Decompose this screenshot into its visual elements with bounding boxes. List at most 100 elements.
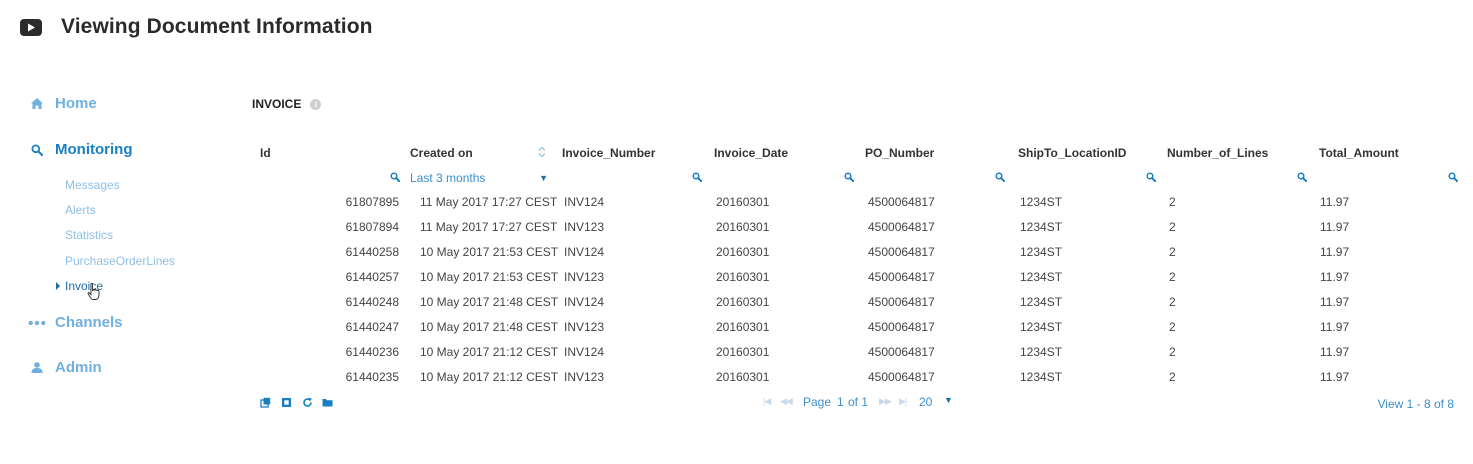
cell-invoice-number: INV123 [564, 370, 605, 384]
table-row[interactable]: 61807894 11 May 2017 17:27 CEST INV123 2… [252, 215, 1462, 240]
cell-invoice-date: 20160301 [716, 220, 770, 234]
search-icon[interactable] [995, 172, 1005, 182]
next-page-icon[interactable]: ▶▶ [879, 396, 892, 407]
cell-number-of-lines: 2 [1169, 370, 1176, 384]
search-icon[interactable] [1448, 172, 1458, 182]
column-header-number-of-lines[interactable]: Number_of_Lines [1167, 146, 1268, 160]
cell-created-on: 10 May 2017 21:48 CEST [420, 320, 559, 334]
cell-invoice-date: 20160301 [716, 270, 770, 284]
table-row[interactable]: 61440248 10 May 2017 21:48 CEST INV124 2… [252, 290, 1462, 315]
section-title-text: INVOICE [252, 97, 302, 111]
column-header-shipto-locationid[interactable]: ShipTo_LocationID [1018, 146, 1126, 160]
hand-cursor-icon [87, 283, 100, 300]
cell-id: 61440248 [345, 295, 399, 309]
folder-icon[interactable] [322, 397, 333, 408]
info-icon[interactable]: i [310, 98, 322, 110]
cell-po-number: 4500064817 [868, 370, 935, 384]
cell-id: 61440258 [345, 245, 399, 259]
table-row[interactable]: 61440236 10 May 2017 21:12 CEST INV124 2… [252, 340, 1462, 365]
cell-id: 61440235 [345, 370, 399, 384]
cell-number-of-lines: 2 [1169, 295, 1176, 309]
cell-shipto-locationid: 1234ST [1020, 195, 1063, 209]
sidebar-item-label: Admin [55, 359, 102, 376]
cell-number-of-lines: 2 [1169, 195, 1176, 209]
sidebar-item-channels[interactable]: Channels [28, 314, 123, 331]
sidebar-item-admin[interactable]: Admin [28, 359, 102, 376]
page-count-label: of 1 [848, 395, 869, 409]
cell-created-on: 10 May 2017 21:12 CEST [420, 370, 559, 384]
refresh-icon[interactable] [302, 397, 313, 408]
column-header-created-on[interactable]: Created on [410, 146, 473, 160]
cell-created-on: 10 May 2017 21:48 CEST [420, 295, 559, 309]
table-header-row: Id Created on Invoice_Number Invoice_Dat… [252, 140, 1462, 166]
sidebar-item-label: Channels [55, 314, 123, 331]
cell-po-number: 4500064817 [868, 295, 935, 309]
cell-number-of-lines: 2 [1169, 245, 1176, 259]
cell-invoice-number: INV123 [564, 220, 605, 234]
sidebar-item-home[interactable]: Home [28, 95, 97, 112]
cell-shipto-locationid: 1234ST [1020, 270, 1063, 284]
search-icon[interactable] [1146, 172, 1156, 182]
table-row[interactable]: 61440235 10 May 2017 21:12 CEST INV123 2… [252, 365, 1462, 390]
chevron-down-icon[interactable]: ▼ [944, 395, 953, 405]
search-icon[interactable] [390, 172, 400, 182]
sidebar-subitem-messages[interactable]: Messages [65, 178, 120, 192]
cell-id: 61440257 [345, 270, 399, 284]
cell-total-amount: 11.97 [1320, 320, 1350, 334]
search-icon[interactable] [844, 172, 854, 182]
search-icon[interactable] [692, 172, 702, 182]
export-icon[interactable] [260, 397, 271, 408]
caret-right-icon [56, 282, 60, 290]
first-page-icon[interactable]: |◀ [763, 396, 771, 407]
table-row[interactable]: 61440257 10 May 2017 21:53 CEST INV123 2… [252, 265, 1462, 290]
cell-number-of-lines: 2 [1169, 220, 1176, 234]
cell-number-of-lines: 2 [1169, 270, 1176, 284]
cell-invoice-date: 20160301 [716, 245, 770, 259]
column-header-po-number[interactable]: PO_Number [865, 146, 934, 160]
stop-icon[interactable] [281, 397, 292, 408]
table-row[interactable]: 61807895 11 May 2017 17:27 CEST INV124 2… [252, 190, 1462, 215]
cell-number-of-lines: 2 [1169, 320, 1176, 334]
sidebar-subitem-statistics[interactable]: Statistics [65, 228, 113, 242]
cell-shipto-locationid: 1234ST [1020, 370, 1063, 384]
column-header-total-amount[interactable]: Total_Amount [1319, 146, 1399, 160]
cell-total-amount: 11.97 [1320, 220, 1350, 234]
cell-invoice-number: INV123 [564, 320, 605, 334]
cell-po-number: 4500064817 [868, 195, 935, 209]
cell-total-amount: 11.97 [1320, 295, 1350, 309]
cell-id: 61440236 [345, 345, 399, 359]
search-icon[interactable] [1297, 172, 1307, 182]
cell-invoice-number: INV124 [564, 345, 605, 359]
cell-invoice-number: INV124 [564, 295, 605, 309]
column-header-invoice-date[interactable]: Invoice_Date [714, 146, 788, 160]
cell-created-on: 10 May 2017 21:53 CEST [420, 270, 559, 284]
column-header-invoice-number[interactable]: Invoice_Number [562, 146, 655, 160]
cell-created-on: 11 May 2017 17:27 CEST [420, 195, 558, 209]
table-row[interactable]: 61440247 10 May 2017 21:48 CEST INV123 2… [252, 315, 1462, 340]
cell-invoice-date: 20160301 [716, 320, 770, 334]
sidebar-item-monitoring[interactable]: Monitoring [28, 141, 132, 158]
sort-icon[interactable] [538, 146, 546, 158]
sidebar-subitem-alerts[interactable]: Alerts [65, 203, 96, 217]
created-on-filter-select[interactable]: Last 3 months ▼ [410, 171, 548, 185]
cell-invoice-date: 20160301 [716, 370, 770, 384]
cell-po-number: 4500064817 [868, 220, 935, 234]
rows-per-page-select[interactable]: 20 [919, 395, 932, 409]
cell-po-number: 4500064817 [868, 345, 935, 359]
cell-id: 61807895 [345, 195, 399, 209]
cell-number-of-lines: 2 [1169, 345, 1176, 359]
cell-shipto-locationid: 1234ST [1020, 295, 1063, 309]
cell-shipto-locationid: 1234ST [1020, 345, 1063, 359]
sidebar-item-label: Home [55, 95, 97, 112]
column-header-id[interactable]: Id [260, 146, 271, 160]
cell-invoice-number: INV124 [564, 195, 605, 209]
last-page-icon[interactable]: ▶| [899, 396, 907, 407]
table-filter-row: Last 3 months ▼ [252, 166, 1462, 190]
table-row[interactable]: 61440258 10 May 2017 21:53 CEST INV124 2… [252, 240, 1462, 265]
cell-shipto-locationid: 1234ST [1020, 220, 1063, 234]
sidebar: Home Monitoring Messages Alerts Statisti… [0, 0, 240, 464]
prev-page-icon[interactable]: ◀◀ [780, 396, 793, 407]
home-icon [28, 97, 46, 111]
sidebar-subitem-purchaseorderlines[interactable]: PurchaseOrderLines [65, 254, 175, 268]
cell-total-amount: 11.97 [1320, 345, 1350, 359]
